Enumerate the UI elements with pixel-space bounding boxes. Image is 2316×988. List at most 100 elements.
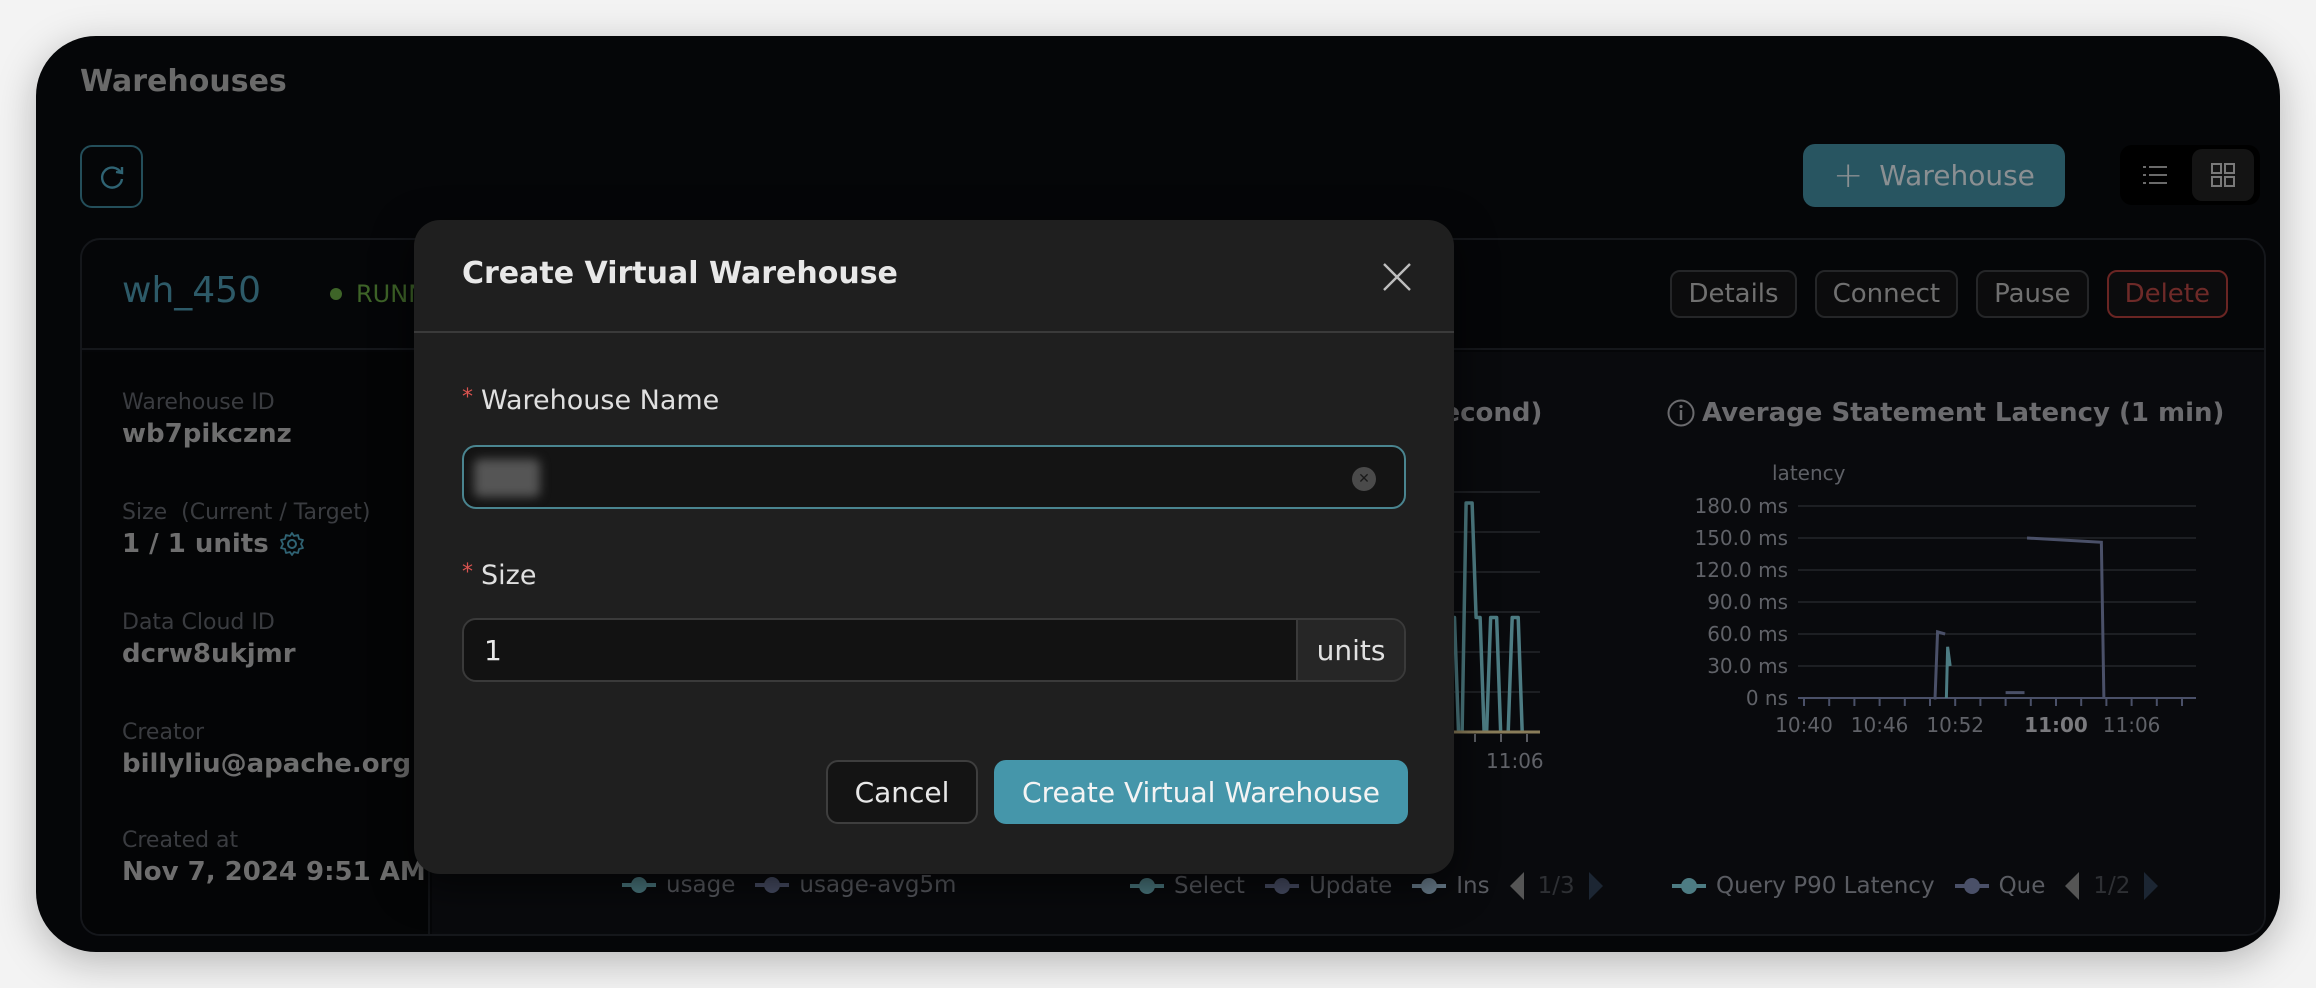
creator-value: billyliu@apache.org (122, 749, 412, 779)
list-view-button[interactable] (2124, 149, 2186, 201)
y-tick-label: 0 ns (1746, 686, 1788, 710)
plus-icon: + (1833, 154, 1864, 196)
info-created-at: Created at Nov 7, 2024 9:51 AM (122, 828, 426, 887)
size-label: * Size (462, 560, 536, 591)
legend-item[interactable]: usage (622, 872, 735, 898)
info-icon[interactable] (1666, 398, 1696, 428)
latency-legend: Query P90 Latency Que 1/2 (1672, 872, 2159, 900)
grid-icon (2211, 163, 2235, 187)
warehouse-info: Warehouse ID wb7pikcznz Size (Current / … (82, 352, 430, 934)
legend-prev-icon[interactable] (2065, 872, 2080, 900)
info-data-cloud-id: Data Cloud ID dcrw8ukjmr (122, 610, 296, 669)
size-value: 1 / 1 units (122, 529, 269, 559)
y-tick-label: 150.0 ms (1694, 526, 1788, 550)
create-warehouse-modal: Create Virtual Warehouse * Warehouse Name… (414, 220, 1454, 874)
info-label: Warehouse ID (122, 390, 275, 415)
legend-item[interactable]: Que (1954, 873, 2046, 899)
legend-marker-icon (622, 877, 656, 893)
legend-next-icon[interactable] (2144, 872, 2159, 900)
info-size: Size (Current / Target) 1 / 1 units (122, 500, 370, 559)
legend-item[interactable]: Update (1264, 873, 1393, 899)
legend-marker-icon (1672, 878, 1706, 894)
x-tick-label: 10:52 (1926, 713, 1984, 737)
info-label: Data Cloud ID (122, 610, 275, 635)
legend-marker-icon (1264, 878, 1299, 894)
details-button[interactable]: Details (1670, 270, 1797, 318)
warehouse-name-input[interactable]: [redacted] ✕ (462, 445, 1406, 509)
legend-item[interactable]: usage-avg5m (755, 872, 956, 898)
list-icon (2143, 166, 2167, 184)
latency-legend-pager: 1/2 (2065, 872, 2159, 900)
status-dot-icon (330, 288, 342, 300)
legend-item[interactable]: Query P90 Latency (1672, 873, 1935, 899)
info-warehouse-id: Warehouse ID wb7pikcznz (122, 390, 292, 449)
legend-marker-icon (1412, 878, 1447, 894)
legend-item[interactable]: Select (1130, 873, 1245, 899)
y-tick-label: 60.0 ms (1707, 622, 1788, 646)
refresh-icon (100, 165, 123, 189)
y-tick-label: 90.0 ms (1707, 590, 1788, 614)
series-line-que (1933, 629, 1946, 700)
legend-item[interactable]: Ins (1412, 873, 1490, 899)
info-creator: Creator billyliu@apache.org (122, 720, 411, 779)
legend-page-indicator: 1/3 (1537, 873, 1575, 899)
series-line-que (2026, 536, 2106, 699)
close-icon[interactable] (1380, 260, 1414, 294)
data-cloud-id-value: dcrw8ukjmr (122, 639, 296, 669)
legend-label: usage-avg5m (799, 872, 957, 898)
legend-prev-icon[interactable] (1509, 872, 1524, 900)
card-actions: Details Connect Pause Delete (1670, 270, 2228, 318)
info-label: Size (Current / Target) (122, 500, 371, 525)
pause-button[interactable]: Pause (1976, 270, 2089, 318)
legend-label: usage (666, 872, 736, 898)
series-line-select (1506, 615, 1524, 733)
delete-button[interactable]: Delete (2106, 270, 2228, 318)
x-tick-label: 11:06 (2103, 713, 2161, 737)
clear-input-icon[interactable]: ✕ (1352, 467, 1376, 491)
x-tick-label: 11:06 (1486, 749, 1544, 773)
modal-title: Create Virtual Warehouse (462, 256, 898, 291)
gear-icon[interactable] (279, 531, 305, 557)
y-tick-label: 180.0 ms (1694, 494, 1788, 518)
latency-chart: latency 0 ns 30.0 ms 60.0 ms 90.0 ms 120.0 ms… (1694, 461, 2196, 737)
y-axis-label: latency (1772, 461, 1846, 485)
legend-label: Ins (1456, 873, 1490, 899)
legend-next-icon[interactable] (1588, 872, 1603, 900)
created-at-value: Nov 7, 2024 9:51 AM (122, 857, 426, 887)
qps-legend-pager: 1/3 (1509, 872, 1603, 900)
info-label: Creator (122, 720, 205, 745)
legend-marker-icon (1954, 878, 1989, 894)
legend-label: Que (1998, 873, 2046, 899)
grid-view-button[interactable] (2192, 149, 2254, 201)
warehouse-name[interactable]: wh_450 (122, 270, 261, 311)
modal-header: Create Virtual Warehouse (414, 220, 1454, 333)
create-warehouse-submit-button[interactable]: Create Virtual Warehouse (994, 760, 1408, 824)
cancel-button[interactable]: Cancel (826, 760, 978, 824)
refresh-button[interactable] (80, 145, 143, 208)
size-field: 1 units (462, 618, 1406, 682)
page-title: Warehouses (80, 64, 287, 99)
info-value: dcrw8ukjmr (122, 639, 296, 669)
latency-title-text: Average Statement Latency (1 min) (1702, 398, 2225, 428)
connect-button[interactable]: Connect (1814, 270, 1959, 318)
y-tick-label: 30.0 ms (1707, 654, 1788, 678)
required-marker: * (462, 560, 473, 585)
latency-chart-title: Average Statement Latency (1 min) (1666, 398, 2224, 428)
required-marker: * (462, 385, 473, 410)
info-label: Created at (122, 828, 239, 853)
info-value: billyliu@apache.org (122, 749, 411, 779)
info-value: 1 / 1 units (122, 529, 370, 559)
size-input[interactable]: 1 (464, 620, 1296, 680)
add-warehouse-button[interactable]: + Warehouse (1803, 144, 2065, 207)
status-badge: RUNN (330, 280, 426, 308)
legend-label: Query P90 Latency (1716, 873, 1935, 899)
series-line-select (1460, 501, 1486, 733)
warehouse-name-value: [redacted] (474, 459, 540, 497)
legend-label: Update (1308, 873, 1393, 899)
x-tick-label: 10:40 (1775, 713, 1833, 737)
warehouse-name-label-text: Warehouse Name (481, 385, 720, 416)
qps-legend: Select Update Ins 1/3 (1130, 872, 1603, 900)
size-unit-addon: units (1296, 620, 1404, 680)
info-value: Nov 7, 2024 9:51 AM (122, 857, 426, 887)
view-toggle (2120, 145, 2260, 205)
